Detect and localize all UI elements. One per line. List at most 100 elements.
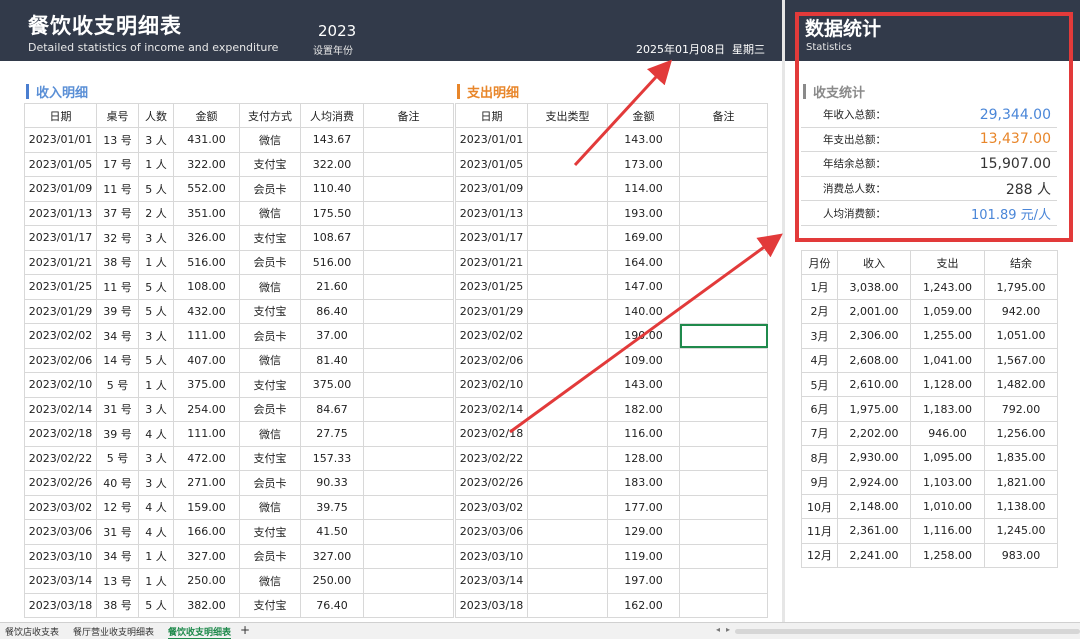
income-cell[interactable] xyxy=(363,200,454,226)
monthly-cell[interactable]: 2,361.00 xyxy=(837,518,911,544)
sheet-tab[interactable]: 餐饮店收支表 xyxy=(5,625,59,638)
monthly-cell[interactable]: 1,128.00 xyxy=(910,371,985,398)
expense-cell[interactable] xyxy=(679,372,768,398)
expense-cell[interactable]: 183.00 xyxy=(607,470,680,496)
expense-cell[interactable] xyxy=(527,494,608,520)
expense-cell[interactable] xyxy=(679,470,768,496)
income-cell[interactable]: 37.00 xyxy=(300,323,364,349)
monthly-cell[interactable]: 12月 xyxy=(801,542,838,569)
add-sheet-button[interactable]: + xyxy=(240,623,250,637)
expense-cell[interactable]: 129.00 xyxy=(607,519,680,545)
income-cell[interactable]: 27.75 xyxy=(300,421,364,447)
sheet-tab[interactable]: 餐饮收支明细表 xyxy=(168,625,232,639)
monthly-cell[interactable]: 11月 xyxy=(801,518,838,544)
income-cell[interactable]: 382.00 xyxy=(173,592,240,618)
income-cell[interactable] xyxy=(363,347,454,373)
income-cell[interactable]: 支付宝 xyxy=(239,298,301,324)
income-cell[interactable]: 2023/02/10 xyxy=(24,372,97,398)
expense-cell[interactable]: 164.00 xyxy=(607,249,680,275)
monthly-cell[interactable]: 1,975.00 xyxy=(837,396,911,422)
income-cell[interactable]: 2023/01/09 xyxy=(24,176,97,202)
income-cell[interactable]: 支付宝 xyxy=(239,372,301,398)
expense-cell[interactable]: 2023/01/13 xyxy=(455,200,528,226)
expense-cell[interactable]: 2023/01/01 xyxy=(455,127,528,153)
expense-cell[interactable]: 128.00 xyxy=(607,445,680,471)
income-cell[interactable]: 3 人 xyxy=(138,323,174,349)
income-cell[interactable]: 5 人 xyxy=(138,347,174,373)
income-cell[interactable]: 微信 xyxy=(239,568,301,594)
income-cell[interactable]: 250.00 xyxy=(300,568,364,594)
income-cell[interactable]: 250.00 xyxy=(173,568,240,594)
income-cell[interactable]: 1 人 xyxy=(138,151,174,177)
expense-cell[interactable] xyxy=(679,347,768,373)
income-cell[interactable]: 40 号 xyxy=(96,470,139,496)
income-cell[interactable] xyxy=(363,568,454,594)
income-cell[interactable]: 2023/02/22 xyxy=(24,445,97,471)
income-cell[interactable]: 327.00 xyxy=(173,543,240,569)
income-cell[interactable]: 2023/03/14 xyxy=(24,568,97,594)
monthly-cell[interactable]: 1,116.00 xyxy=(910,518,985,544)
monthly-cell[interactable]: 1,051.00 xyxy=(984,323,1058,349)
income-cell[interactable]: 2023/01/17 xyxy=(24,225,97,251)
monthly-cell[interactable]: 1月 xyxy=(801,274,838,300)
expense-cell[interactable] xyxy=(679,127,768,153)
monthly-cell[interactable]: 3月 xyxy=(801,323,838,349)
expense-cell[interactable] xyxy=(679,568,768,594)
income-cell[interactable]: 11 号 xyxy=(96,274,139,300)
income-cell[interactable]: 会员卡 xyxy=(239,249,301,275)
income-cell[interactable] xyxy=(363,274,454,300)
income-cell[interactable] xyxy=(363,543,454,569)
monthly-cell[interactable]: 983.00 xyxy=(984,542,1058,569)
income-cell[interactable]: 32 号 xyxy=(96,225,139,251)
expense-cell[interactable]: 2023/02/10 xyxy=(455,372,528,398)
expense-cell[interactable] xyxy=(679,200,768,226)
income-cell[interactable] xyxy=(363,519,454,545)
year-value[interactable]: 2023 xyxy=(318,22,356,40)
horizontal-scrollbar[interactable] xyxy=(735,629,1080,634)
monthly-cell[interactable]: 942.00 xyxy=(984,298,1058,325)
expense-cell[interactable]: 147.00 xyxy=(607,274,680,300)
income-cell[interactable]: 13 号 xyxy=(96,127,139,153)
expense-cell[interactable]: 143.00 xyxy=(607,127,680,153)
expense-cell[interactable]: 193.00 xyxy=(607,200,680,226)
income-cell[interactable]: 38 号 xyxy=(96,592,139,618)
expense-cell[interactable]: 119.00 xyxy=(607,543,680,569)
income-cell[interactable]: 2023/03/06 xyxy=(24,519,97,545)
income-cell[interactable]: 166.00 xyxy=(173,519,240,545)
expense-cell[interactable] xyxy=(679,249,768,275)
expense-cell[interactable] xyxy=(527,543,608,569)
expense-cell[interactable] xyxy=(679,225,768,251)
income-cell[interactable]: 1 人 xyxy=(138,568,174,594)
expense-cell[interactable] xyxy=(679,543,768,569)
expense-cell[interactable]: 2023/01/05 xyxy=(455,151,528,177)
income-cell[interactable]: 110.40 xyxy=(300,176,364,202)
income-cell[interactable]: 111.00 xyxy=(173,421,240,447)
expense-cell[interactable] xyxy=(527,396,608,422)
monthly-cell[interactable]: 7月 xyxy=(801,420,838,447)
expense-cell[interactable]: 2023/02/22 xyxy=(455,445,528,471)
income-cell[interactable]: 157.33 xyxy=(300,445,364,471)
sheet-tab[interactable]: 餐厅营业收支明细表 xyxy=(73,625,154,638)
income-cell[interactable]: 2023/02/18 xyxy=(24,421,97,447)
income-cell[interactable]: 1 人 xyxy=(138,543,174,569)
income-cell[interactable]: 21.60 xyxy=(300,274,364,300)
expense-cell[interactable]: 169.00 xyxy=(607,225,680,251)
expense-cell[interactable] xyxy=(527,323,608,349)
income-cell[interactable] xyxy=(363,176,454,202)
income-cell[interactable]: 2023/03/18 xyxy=(24,592,97,618)
expense-cell[interactable]: 114.00 xyxy=(607,176,680,202)
income-cell[interactable]: 39.75 xyxy=(300,494,364,520)
monthly-cell[interactable]: 1,258.00 xyxy=(910,542,985,569)
expense-cell[interactable] xyxy=(527,274,608,300)
income-cell[interactable]: 143.67 xyxy=(300,127,364,153)
income-cell[interactable]: 254.00 xyxy=(173,396,240,422)
income-cell[interactable]: 2023/01/25 xyxy=(24,274,97,300)
income-cell[interactable]: 5 人 xyxy=(138,274,174,300)
expense-cell[interactable]: 162.00 xyxy=(607,592,680,618)
income-cell[interactable]: 2023/02/06 xyxy=(24,347,97,373)
monthly-cell[interactable]: 1,243.00 xyxy=(910,274,985,300)
income-cell[interactable]: 2023/01/29 xyxy=(24,298,97,324)
income-cell[interactable]: 2023/02/14 xyxy=(24,396,97,422)
income-cell[interactable]: 1 人 xyxy=(138,249,174,275)
expense-cell[interactable] xyxy=(527,151,608,177)
